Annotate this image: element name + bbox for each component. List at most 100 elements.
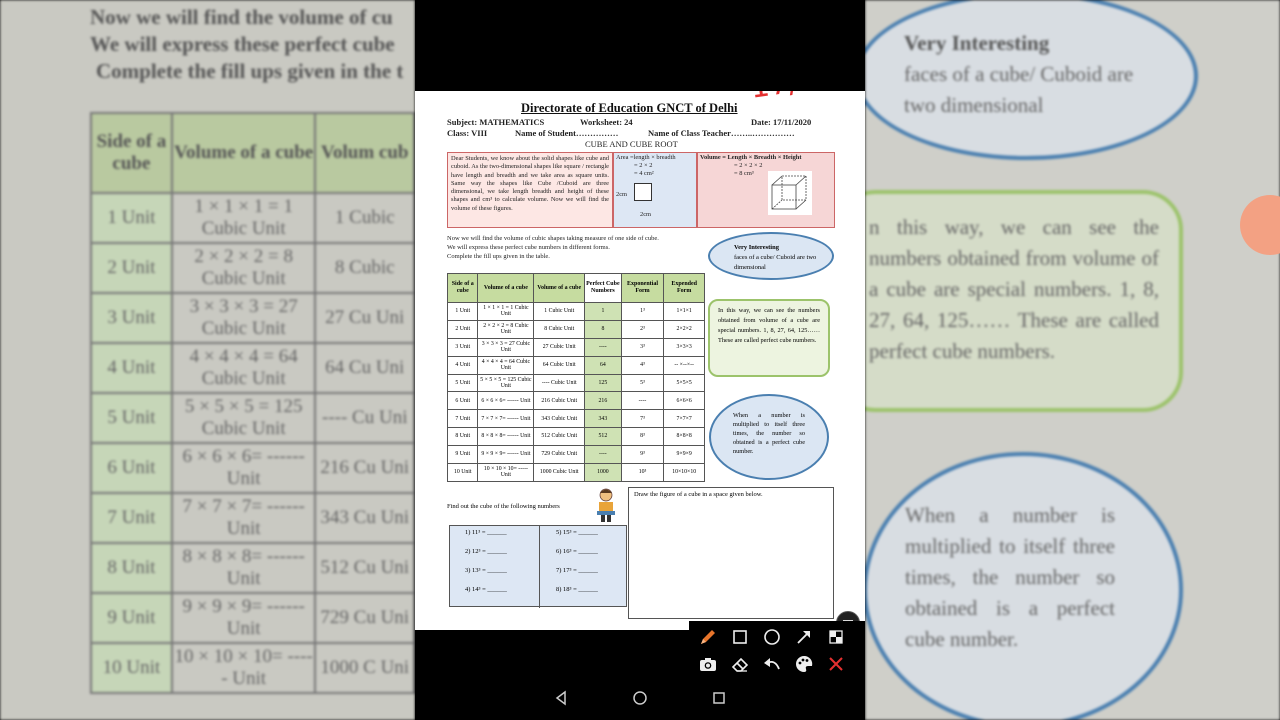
cube-exercise-box: 1) 11³ = ______ 2) 12³ = ______ 3) 13³ =… [449,525,628,608]
table-cell: 3 Unit [446,337,479,357]
close-icon[interactable] [825,653,847,675]
subject-line: Subject: MATHEMATICS [447,117,545,127]
instruction-line: Now we will find the volume of cubic sha… [447,235,659,242]
table-cell: 6 × 6 × 6= ------ Unit [477,391,535,411]
volume-line: = 8 cm³ [734,170,754,177]
table-cell: 8 [584,319,622,339]
backdrop-row: 9 Unit 9 × 9 × 9= ------ Unit 729 Cu Uni [90,592,415,644]
square-figure [634,183,652,201]
backdrop-row: 7 Unit 7 × 7 × 7= ------ Unit 343 Cu Uni [90,492,415,544]
backdrop-cell: 3 × 3 × 3 = 27 Cubic Unit [170,292,317,344]
table-cell: 4 × 4 × 4 = 64 Cubic Unit [477,355,535,375]
backdrop-cell: 729 Cu Uni [314,592,415,644]
camera-icon[interactable] [697,653,719,675]
table-cell: 1 Unit [446,302,479,321]
backdrop-cell: 5 Unit [90,392,173,444]
cube-question[interactable]: 6) 16³ = ______ [556,548,598,555]
arrow-icon[interactable] [793,626,815,648]
table-cell: ---- [584,337,622,357]
table-cell: 1×1×1 [663,302,705,321]
backdrop-row: 3 Unit 3 × 3 × 3 = 27 Cubic Unit 27 Cu Uni [90,292,415,344]
table-cell: 7 × 7 × 7= ------ Unit [477,409,535,429]
table-cell: 1 Cubic Unit [533,302,586,321]
cube-exercise-right: 5) 15³ = ______ 6) 16³ = ______ 7) 17³ =… [539,526,628,608]
table-header: Side of a cube [446,273,479,303]
table-cell: 7 Unit [446,409,479,429]
backdrop-green-text: n this way, we can see the numbers obtai… [869,215,1159,363]
table-cell: 6×6×6 [663,391,705,411]
recents-icon[interactable] [711,690,727,710]
info-oval-title: Very Interesting [734,244,779,251]
table-cell: 216 Cubic Unit [533,391,586,411]
student-illustration [597,488,615,522]
topic-title: CUBE AND CUBE ROOT [585,139,678,149]
instruction-line: Complete the fill ups given in the table… [447,253,550,261]
info-oval-text: faces of a cube/ Cuboid are two dimensio… [734,254,817,271]
backdrop-oval-bottom-text: When a number is multiplied to itself th… [905,503,1115,651]
table-cell: 8³ [620,427,665,447]
worksheet-page: Directorate of Education GNCT of Delhi 1… [415,91,865,630]
backdrop-cell: 2 × 2 × 2 = 8 Cubic Unit [170,242,317,294]
backdrop-cell: ---- Cu Uni [314,392,415,444]
table-cell: ---- Cubic Unit [533,373,586,393]
table-cell: 2 × 2 × 2 = 8 Cubic Unit [477,319,535,339]
back-icon[interactable] [553,690,569,710]
rectangle-icon[interactable] [729,626,751,648]
table-cell: 216 [584,391,622,411]
table-row: 3 Unit 3 × 3 × 3 = 27 Cubic Unit 27 Cubic … [446,337,705,357]
cube-question[interactable]: 2) 12³ = ______ [465,548,507,555]
table-cell: 10 × 10 × 10= ----- Unit [477,463,535,482]
date-line: Date: 17/11/2020 [751,117,812,127]
table-row: 6 Unit 6 × 6 × 6= ------ Unit 216 Cubic Un… [446,391,705,411]
backdrop-th: Volum cub [314,112,415,194]
table-cell: 7×7×7 [663,409,705,429]
backdrop-line: Complete the fill ups given in the t [96,59,404,83]
table-cell: 343 [584,409,622,429]
cube-question[interactable]: 5) 15³ = ______ [556,529,598,536]
cube-question[interactable]: 3) 13³ = ______ [465,567,507,574]
backdrop-cell: 10 × 10 × 10= ----- Unit [170,642,317,694]
backdrop-row: 6 Unit 6 × 6 × 6= ------ Unit 216 Cu Uni [90,442,415,494]
backdrop-cell: 1 × 1 × 1 = 1 Cubic Unit [170,192,317,244]
table-cell: 8 Unit [446,427,479,447]
backdrop-oval-text: faces of a cube/ Cuboid are two dimensio… [904,62,1134,117]
backdrop-oval-bottom: When a number is multiplied to itself th… [865,452,1183,720]
table-cell: 4 Unit [446,355,479,375]
drawing-area[interactable]: Draw the figure of a cube in a space giv… [628,487,834,619]
cube-question[interactable]: 4) 14³ = ______ [465,586,507,593]
table-cell: 9×9×9 [663,445,705,465]
backdrop-th: Side of a cube [90,112,173,194]
cube-figure [768,171,812,215]
circle-icon[interactable] [761,626,783,648]
undo-icon[interactable] [761,653,783,675]
table-cell: 8 × 8 × 8= ------ Unit [477,427,535,447]
cube-exercise-left: 1) 11³ = ______ 2) 12³ = ______ 3) 13³ =… [450,526,539,608]
intro-text: Dear Students, we know about the solid s… [447,152,613,228]
table-cell: 9³ [620,445,665,465]
cube-question[interactable]: 7) 17³ = ______ [556,567,598,574]
table-cell: 27 Cubic Unit [533,337,586,357]
eraser-icon[interactable] [729,653,751,675]
mosaic-icon[interactable] [825,626,847,648]
table-header: Volume of a cube [533,273,586,303]
right-backdrop: Very Interesting faces of a cube/ Cuboid… [865,0,1280,720]
pen-icon[interactable] [697,626,719,648]
table-row: 9 Unit 9 × 9 × 9= ------ Unit 729 Cubic Un… [446,445,705,465]
backdrop-cell: 216 Cu Uni [314,442,415,494]
area-bottom-label: 2cm [640,211,652,218]
instructions: Now we will find the volume of cubic sha… [447,234,717,262]
backdrop-cell: 1 Unit [90,192,173,244]
cube-question[interactable]: 1) 11³ = ______ [465,529,507,536]
backdrop-cell: 6 Unit [90,442,173,494]
cube-table: Side of a cube Volume of a cube Volume o… [446,273,705,482]
left-backdrop: Now we will find the volume of cu We wil… [0,0,415,720]
table-row: 2 Unit 2 × 2 × 2 = 8 Cubic Unit 8 Cubic Un… [446,319,705,339]
cube-question[interactable]: 8) 18³ = ______ [556,586,598,593]
home-icon[interactable] [632,690,648,710]
table-cell: ---- [620,391,665,411]
backdrop-cell: 5 × 5 × 5 = 125 Cubic Unit [170,392,317,444]
table-cell: 3 × 3 × 3 = 27 Cubic Unit [477,337,535,357]
palette-icon[interactable] [793,653,815,675]
backdrop-oval-title: Very Interesting [904,31,1050,55]
worksheet-header: Directorate of Education GNCT of Delhi [521,101,738,115]
